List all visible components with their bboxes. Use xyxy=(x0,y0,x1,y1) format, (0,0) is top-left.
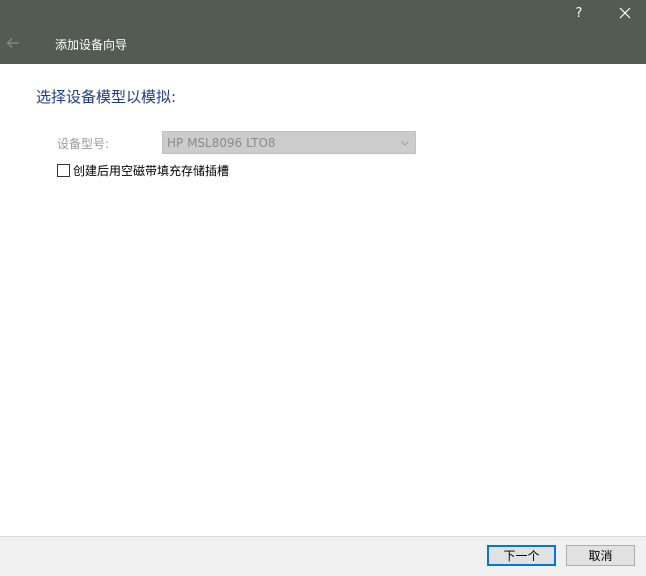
back-button[interactable] xyxy=(2,32,24,54)
fill-slots-checkbox-label[interactable]: 创建后用空磁带填充存储插槽 xyxy=(73,162,229,179)
next-button[interactable]: 下一个 xyxy=(487,545,556,566)
close-button[interactable] xyxy=(608,0,642,26)
fill-slots-checkbox[interactable] xyxy=(57,164,70,177)
wizard-title: 添加设备向导 xyxy=(55,38,128,52)
help-button[interactable]: ? xyxy=(564,0,594,26)
fill-slots-checkbox-row[interactable]: 创建后用空磁带填充存储插槽 xyxy=(57,162,229,179)
page-heading: 选择设备模型以模拟: xyxy=(36,88,177,106)
close-icon xyxy=(619,7,631,19)
back-arrow-icon xyxy=(6,38,19,48)
chevron-down-icon xyxy=(401,141,409,146)
device-type-label: 设备型号: xyxy=(57,137,110,151)
cancel-button[interactable]: 取消 xyxy=(566,545,635,566)
device-type-dropdown[interactable]: HP MSL8096 LTO8 xyxy=(162,131,416,154)
device-type-value: HP MSL8096 LTO8 xyxy=(167,136,276,150)
title-bar: ? 添加设备向导 xyxy=(0,0,646,64)
